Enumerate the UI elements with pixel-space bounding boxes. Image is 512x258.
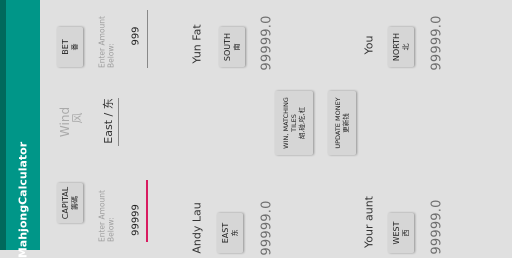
win-button-line1: WIN, MATCHING	[281, 97, 290, 149]
player-score: 99999.0	[259, 200, 275, 256]
capital-button-label-zh: 籌碼	[70, 196, 79, 210]
wind-underline	[118, 98, 119, 146]
wind-label-zh: 风	[71, 112, 84, 124]
bet-input-underline	[147, 10, 148, 68]
seat-button-label: NORTH	[391, 32, 401, 62]
app-bar: MahjongCalculator	[6, 0, 40, 258]
capital-amount-input[interactable]: 99999	[131, 204, 142, 236]
win-matching-tiles-button[interactable]: WIN, MATCHING TILES 胡,碰,吃,杠	[275, 91, 313, 155]
app-title: MahjongCalculator	[16, 141, 30, 258]
player-name: You	[362, 35, 376, 55]
player-score: 99999.0	[429, 199, 445, 255]
seat-button-label: WEST	[391, 221, 401, 245]
bet-button[interactable]: BET 番	[57, 27, 83, 67]
player-name: Your aunt	[362, 196, 376, 248]
update-money-button[interactable]: UPDATE MONEY 更新钱	[328, 91, 356, 155]
bet-button-label: BET	[60, 39, 70, 55]
seat-button-label-zh: 西	[401, 229, 410, 237]
bet-button-label-zh: 番	[70, 43, 79, 51]
seat-button-label: EAST	[220, 222, 230, 244]
win-button-line2: TILES	[289, 114, 298, 132]
win-button-line3: 胡,碰,吃,杠	[298, 106, 307, 140]
seat-button-label-zh: 南	[232, 43, 241, 51]
capital-button[interactable]: CAPITAL 籌碼	[57, 183, 83, 223]
bet-amount-input[interactable]: 999	[131, 26, 142, 45]
seat-button-west[interactable]: WEST 西	[388, 213, 414, 253]
capital-input-underline	[146, 180, 148, 242]
player-score: 99999.0	[429, 15, 445, 71]
seat-button-label-zh: 北	[401, 43, 410, 51]
seat-button-label: SOUTH	[222, 32, 232, 62]
bet-hint: Enter Amount Below:	[97, 16, 116, 68]
player-score: 99999.0	[259, 15, 275, 71]
seat-button-east[interactable]: EAST 东	[217, 213, 243, 253]
player-name: Andy Lau	[190, 202, 204, 254]
wind-value[interactable]: East / 东	[100, 98, 116, 143]
seat-button-label-zh: 东	[230, 229, 239, 237]
capital-button-label: CAPITAL	[60, 186, 70, 220]
player-name: Yun Fat	[190, 24, 204, 64]
seat-button-south[interactable]: SOUTH 南	[219, 27, 245, 67]
capital-hint: Enter Amount Below:	[97, 190, 116, 242]
update-button-line2: 更新钱	[342, 113, 350, 133]
seat-button-north[interactable]: NORTH 北	[388, 27, 414, 67]
update-button-line1: UPDATE MONEY	[333, 97, 342, 149]
